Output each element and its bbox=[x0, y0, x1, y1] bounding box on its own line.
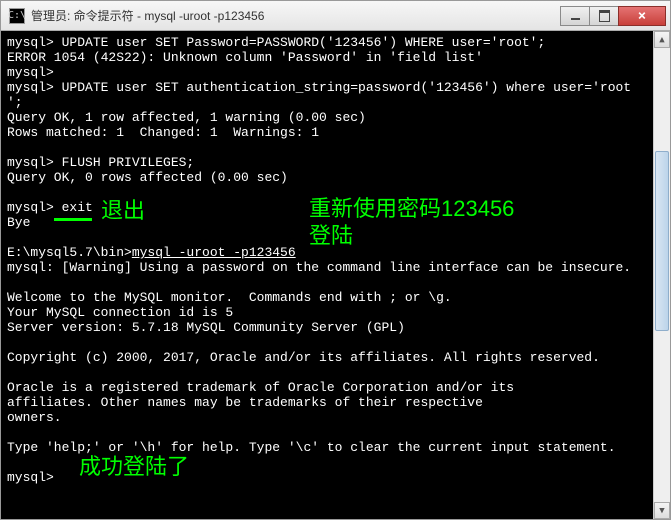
term-line: mysql> exit bbox=[7, 200, 93, 215]
term-line: Oracle is a registered trademark of Orac… bbox=[7, 380, 514, 395]
term-line: mysql> FLUSH PRIVILEGES; bbox=[7, 155, 194, 170]
term-line: mysql> bbox=[7, 65, 54, 80]
term-line: Bye bbox=[7, 215, 30, 230]
cmd-icon: C:\ bbox=[9, 8, 25, 24]
annotation-success: 成功登陆了 bbox=[79, 459, 189, 474]
login-command: mysql -uroot -p123456 bbox=[132, 245, 296, 260]
term-line: Server version: 5.7.18 MySQL Community S… bbox=[7, 320, 405, 335]
scrollbar[interactable]: ▲ ▼ bbox=[653, 31, 670, 519]
maximize-button[interactable] bbox=[589, 6, 619, 26]
terminal[interactable]: mysql> UPDATE user SET Password=PASSWORD… bbox=[1, 31, 670, 519]
exit-underline-icon bbox=[54, 218, 92, 221]
term-line: affiliates. Other names may be trademark… bbox=[7, 395, 483, 410]
term-line: Copyright (c) 2000, 2017, Oracle and/or … bbox=[7, 350, 600, 365]
term-line: Query OK, 0 rows affected (0.00 sec) bbox=[7, 170, 288, 185]
term-line: Welcome to the MySQL monitor. Commands e… bbox=[7, 290, 452, 305]
close-button[interactable]: × bbox=[618, 6, 666, 26]
scroll-thumb[interactable] bbox=[655, 151, 669, 331]
term-line: Rows matched: 1 Changed: 1 Warnings: 1 bbox=[7, 125, 319, 140]
term-line: mysql> UPDATE user SET Password=PASSWORD… bbox=[7, 35, 545, 50]
cmd-icon-glyph: C:\ bbox=[8, 10, 26, 21]
annotation-exit: 退出 bbox=[101, 203, 145, 218]
term-line: ERROR 1054 (42S22): Unknown column 'Pass… bbox=[7, 50, 483, 65]
minimize-button[interactable] bbox=[560, 6, 590, 26]
term-line: Your MySQL connection id is 5 bbox=[7, 305, 233, 320]
scroll-up-button[interactable]: ▲ bbox=[654, 31, 670, 48]
term-line: mysql> UPDATE user SET authentication_st… bbox=[7, 80, 631, 95]
titlebar[interactable]: C:\ 管理员: 命令提示符 - mysql -uroot -p123456 × bbox=[1, 1, 670, 31]
window-buttons: × bbox=[561, 6, 666, 26]
window: C:\ 管理员: 命令提示符 - mysql -uroot -p123456 ×… bbox=[0, 0, 671, 520]
term-line: owners. bbox=[7, 410, 62, 425]
annotation-relogin-pw: 重新使用密码123456 bbox=[309, 201, 514, 216]
scroll-down-button[interactable]: ▼ bbox=[654, 502, 670, 519]
term-line: Query OK, 1 row affected, 1 warning (0.0… bbox=[7, 110, 366, 125]
term-line: E:\mysql5.7\bin> bbox=[7, 245, 132, 260]
term-line: '; bbox=[7, 95, 23, 110]
term-line: Type 'help;' or '\h' for help. Type '\c'… bbox=[7, 440, 616, 455]
term-line: mysql> bbox=[7, 470, 54, 485]
window-title: 管理员: 命令提示符 - mysql -uroot -p123456 bbox=[31, 7, 561, 24]
term-line: mysql: [Warning] Using a password on the… bbox=[7, 260, 631, 275]
annotation-relogin: 登陆 bbox=[309, 228, 353, 243]
